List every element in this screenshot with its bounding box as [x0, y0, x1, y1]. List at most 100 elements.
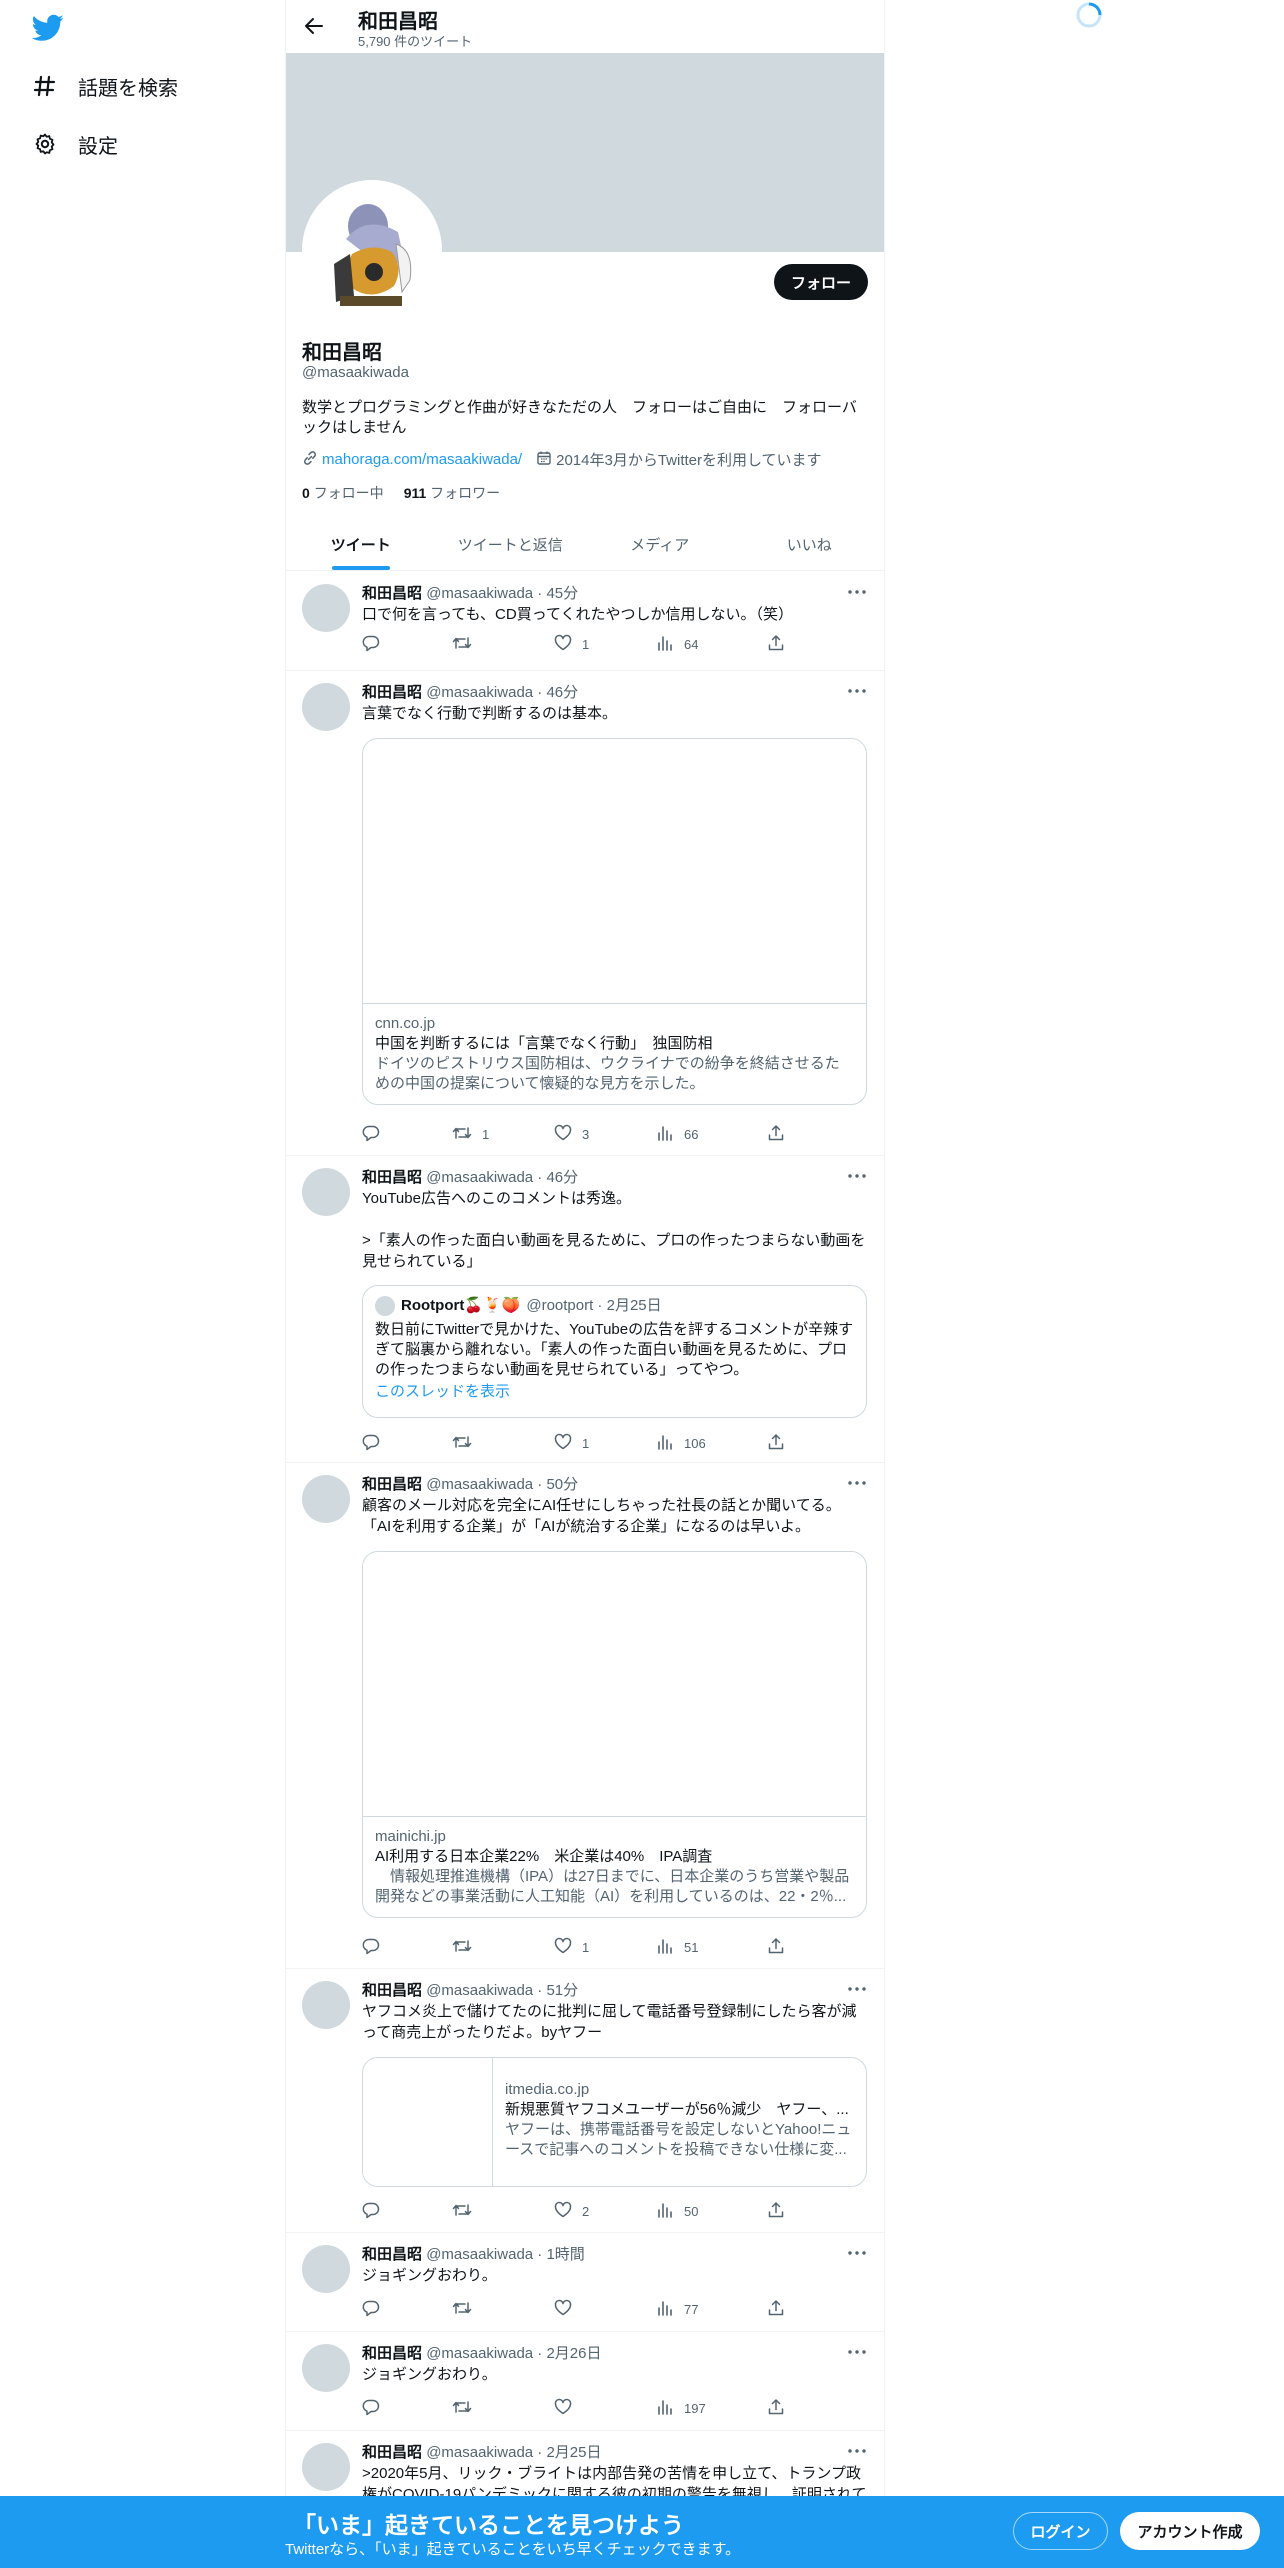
nav-settings[interactable]: 設定 [32, 124, 118, 164]
views-button[interactable]: 66 [656, 1122, 698, 1146]
reply-button[interactable] [362, 2199, 380, 2223]
quote-header: Rootport🍒🍹🍑 @rootport · 2月25日 [375, 1296, 854, 1316]
share-button[interactable] [767, 2297, 785, 2321]
link-card[interactable]: itmedia.co.jp 新規悪質ヤフコメユーザーが56％減少 ヤフー、...… [362, 2057, 867, 2187]
gear-icon [32, 131, 58, 157]
avatar[interactable] [302, 683, 350, 731]
views-icon [656, 1124, 674, 1145]
like-button[interactable]: 1 [554, 1935, 589, 1959]
more-options-icon[interactable] [844, 2243, 870, 2263]
twitter-logo-icon[interactable] [31, 14, 64, 42]
login-button[interactable]: ログイン [1013, 2512, 1108, 2550]
tweet[interactable]: 和田昌昭 @masaakiwada · 46分 YouTube広告へのこのコメン… [286, 1156, 884, 1463]
tweet-author-name[interactable]: 和田昌昭 [362, 1476, 422, 1493]
like-count: 1 [582, 1435, 590, 1451]
views-button[interactable]: 77 [656, 2297, 698, 2321]
views-button[interactable]: 64 [656, 632, 698, 656]
reply-button[interactable] [362, 1431, 380, 1455]
reply-button[interactable] [362, 632, 380, 656]
heart-icon [554, 1124, 572, 1145]
share-icon [767, 2201, 785, 2222]
tweet[interactable]: 和田昌昭 @masaakiwada · 51分 ヤフコメ炎上で儲けてたのに批判に… [286, 1969, 884, 2233]
share-button[interactable] [767, 1122, 785, 1146]
nav-explore[interactable]: 話題を検索 [32, 66, 178, 106]
avatar[interactable] [302, 2443, 350, 2491]
tweet-author-name[interactable]: 和田昌昭 [362, 2444, 422, 2461]
tweet-author-name[interactable]: 和田昌昭 [362, 1982, 422, 1999]
reply-button[interactable] [362, 2396, 380, 2420]
reply-button[interactable] [362, 1935, 380, 1959]
tweet[interactable]: 和田昌昭 @masaakiwada · 1時間 ジョギングおわり。 77 [286, 2233, 884, 2332]
retweet-button[interactable] [452, 2297, 482, 2321]
tweet[interactable]: 和田昌昭 @masaakiwada · 45分 口で何を言っても、CD買ってくれ… [286, 572, 884, 671]
follow-button[interactable]: フォロー [774, 264, 868, 300]
retweet-button[interactable]: 1 [452, 1122, 489, 1146]
tweet[interactable]: 和田昌昭 @masaakiwada · 2月26日 ジョギングおわり。 197 [286, 2332, 884, 2431]
retweet-button[interactable] [452, 1431, 482, 1455]
share-button[interactable] [767, 1431, 785, 1455]
reply-button[interactable] [362, 2297, 380, 2321]
retweet-button[interactable] [452, 1935, 482, 1959]
tweet-author-name[interactable]: 和田昌昭 [362, 1169, 422, 1186]
tweet[interactable]: 和田昌昭 @masaakiwada · 50分 顧客のメール対応を完全にAI任せ… [286, 1463, 884, 1969]
reply-icon [362, 2299, 380, 2320]
tab-media[interactable]: メディア [585, 518, 735, 570]
avatar[interactable] [302, 2344, 350, 2392]
avatar[interactable] [302, 1981, 350, 2029]
like-button[interactable]: 1 [554, 1431, 589, 1455]
views-button[interactable]: 106 [656, 1431, 706, 1455]
more-options-icon[interactable] [844, 2342, 870, 2362]
like-button[interactable]: 2 [554, 2199, 589, 2223]
quote-tweet[interactable]: Rootport🍒🍹🍑 @rootport · 2月25日 数日前にTwitte… [362, 1285, 867, 1418]
tweet-author-name[interactable]: 和田昌昭 [362, 585, 422, 602]
avatar[interactable] [302, 1168, 350, 1216]
show-thread-link[interactable]: このスレッドを表示 [375, 1382, 854, 1402]
more-options-icon[interactable] [844, 1473, 870, 1493]
link-card[interactable]: mainichi.jp AI利用する日本企業22% 米企業は40% IPA調査 … [362, 1551, 867, 1918]
avatar[interactable] [302, 2245, 350, 2293]
share-button[interactable] [767, 2396, 785, 2420]
tweet-author-name[interactable]: 和田昌昭 [362, 2246, 422, 2263]
like-button[interactable] [554, 2396, 582, 2420]
tweet-header: 和田昌昭 @masaakiwada · 51分 [362, 1979, 578, 2000]
tweet-author-name[interactable]: 和田昌昭 [362, 2345, 422, 2362]
tweet-author-name[interactable]: 和田昌昭 [362, 684, 422, 701]
like-button[interactable]: 1 [554, 632, 589, 656]
tab-tweets[interactable]: ツイート [286, 518, 436, 570]
views-button[interactable]: 51 [656, 1935, 698, 1959]
left-navigation: 話題を検索 設定 [0, 0, 285, 2568]
more-options-icon[interactable] [844, 1979, 870, 1999]
reply-button[interactable] [362, 1122, 380, 1146]
like-button[interactable] [554, 2297, 582, 2321]
views-count: 50 [684, 2203, 699, 2219]
share-button[interactable] [767, 632, 785, 656]
retweet-button[interactable] [452, 2199, 482, 2223]
more-options-icon[interactable] [844, 582, 870, 602]
views-button[interactable]: 50 [656, 2199, 698, 2223]
retweet-button[interactable] [452, 632, 482, 656]
back-arrow-icon[interactable] [300, 12, 328, 40]
share-button[interactable] [767, 1935, 785, 1959]
tweet-text: ジョギングおわり。 [362, 2267, 497, 2284]
followers-stat[interactable]: 911 フォロワー [404, 483, 500, 503]
tweet[interactable]: 和田昌昭 @masaakiwada · 46分 言葉でなく行動で判断するのは基本… [286, 671, 884, 1156]
following-stat[interactable]: 0 フォロー中 [302, 483, 384, 503]
link-card[interactable]: cnn.co.jp 中国を判断するには「言葉でなく行動」 独国防相 ドイツのピス… [362, 738, 867, 1105]
create-account-button[interactable]: アカウント作成 [1120, 2512, 1260, 2550]
views-button[interactable]: 197 [656, 2396, 706, 2420]
like-button[interactable]: 3 [554, 1122, 589, 1146]
retweet-button[interactable] [452, 2396, 482, 2420]
more-options-icon[interactable] [844, 681, 870, 701]
more-options-icon[interactable] [844, 1166, 870, 1186]
avatar[interactable] [302, 1475, 350, 1523]
more-options-icon[interactable] [844, 2441, 870, 2461]
share-button[interactable] [767, 2199, 785, 2223]
share-icon [767, 1937, 785, 1958]
tweet-count: 5,790 件のツイート [358, 34, 473, 49]
tab-likes[interactable]: いいね [735, 518, 885, 570]
profile-website-link[interactable]: mahoraga.com/masaakiwada/ [322, 451, 522, 468]
reply-icon [362, 1124, 380, 1145]
avatar[interactable] [302, 584, 350, 632]
tab-tweets-and-replies[interactable]: ツイートと返信 [436, 518, 586, 570]
profile-avatar[interactable] [302, 180, 442, 320]
